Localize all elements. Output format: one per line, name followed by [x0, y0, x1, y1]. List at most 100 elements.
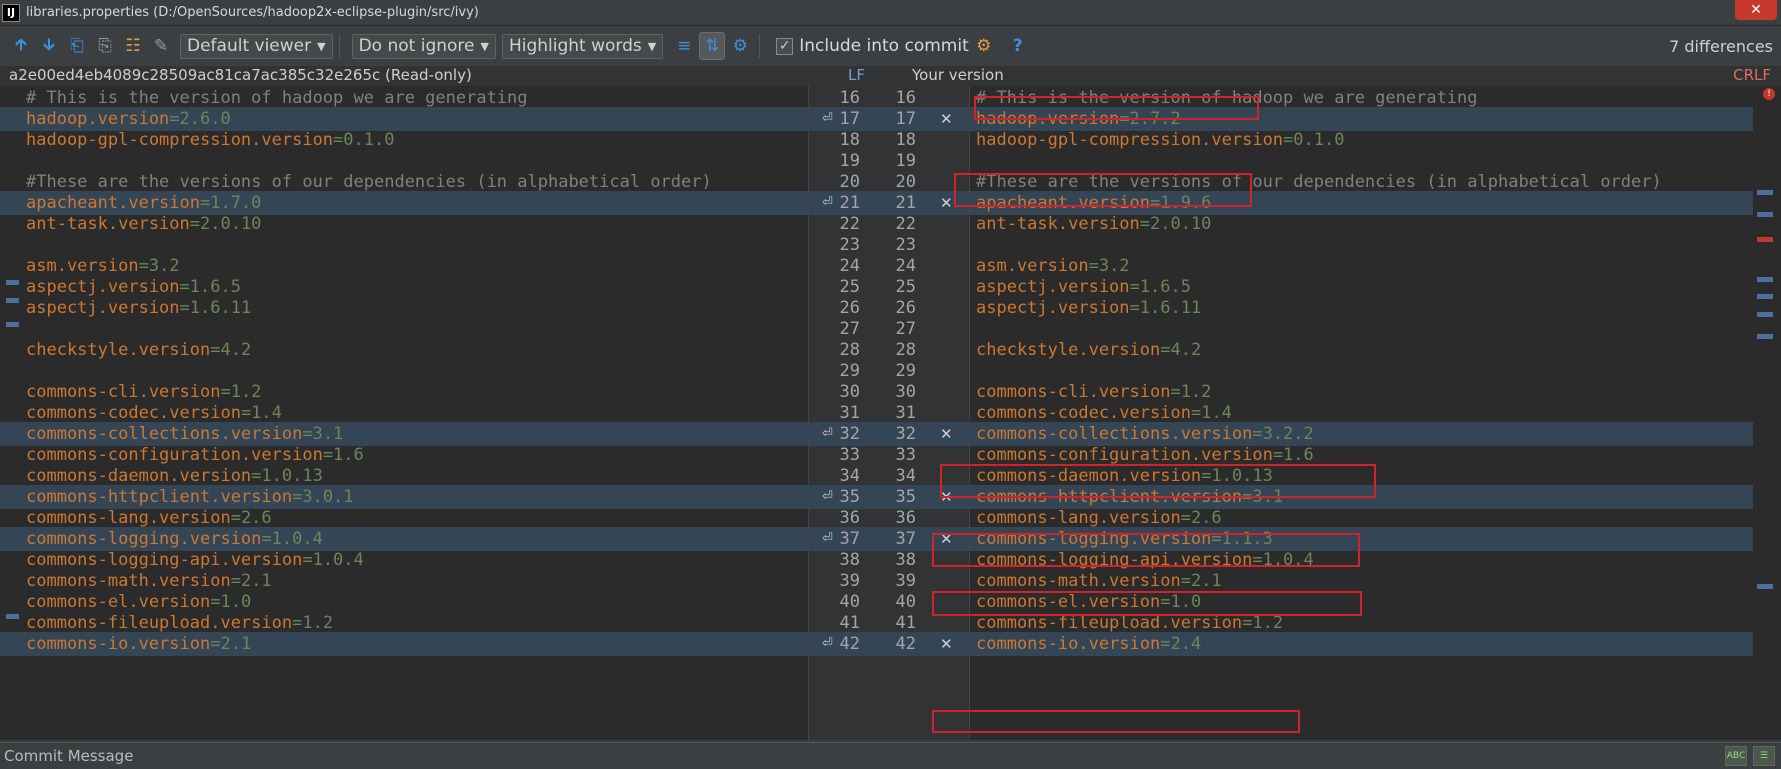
- commit-history-icon[interactable]: ☰: [1753, 746, 1775, 766]
- property-key: aspectj.version: [976, 277, 1130, 297]
- property-key: commons-codec.version: [26, 403, 241, 423]
- right-line-number: 42: [895, 634, 916, 654]
- viewer-dropdown-label: Default viewer: [187, 36, 312, 56]
- annotation-box: [932, 533, 1360, 567]
- property-value: =1.6: [1272, 445, 1314, 465]
- property-key: hadoop-gpl-compression.version: [976, 130, 1284, 150]
- property-value: =2.6: [230, 508, 272, 528]
- warning-icon[interactable]: !: [1763, 88, 1775, 100]
- change-marker: [1757, 277, 1773, 282]
- annotation-box: [940, 464, 1376, 498]
- property-value: =2.6: [1180, 508, 1222, 528]
- property-value: =4.2: [1160, 340, 1202, 360]
- property-value: =1.2: [292, 613, 334, 633]
- property-value: =3.0.1: [292, 487, 354, 507]
- intellij-icon: IJ: [2, 3, 20, 22]
- edit-source-icon[interactable]: ✎: [148, 32, 174, 60]
- property-value: =1.7.0: [200, 193, 262, 213]
- property-key: commons-fileupload.version: [976, 613, 1243, 633]
- property-key: aspectj.version: [26, 277, 180, 297]
- diff-toolbar: 🡱 🡳 ⎗ ⎘ ☷ ✎ Default viewer ▼ Do not ignor…: [0, 26, 1781, 66]
- property-key: aspectj.version: [976, 298, 1130, 318]
- viewer-dropdown[interactable]: Default viewer ▼: [180, 33, 333, 59]
- property-key: checkstyle.version: [26, 340, 211, 360]
- property-key: hadoop-gpl-compression.version: [26, 130, 334, 150]
- change-marker: [1757, 584, 1773, 589]
- property-value: =4.2: [210, 340, 252, 360]
- property-value: =2.1: [230, 571, 272, 591]
- diff-header: a2e00ed4eb4089c28509ac81ca7ac385c32e265c…: [0, 66, 1781, 86]
- property-value: =3.2.2: [1252, 424, 1314, 444]
- property-key: commons-fileupload.version: [26, 613, 293, 633]
- property-value: =3.1: [302, 424, 344, 444]
- revert-change-icon[interactable]: ✕: [940, 632, 953, 656]
- close-button[interactable]: ✕: [1735, 0, 1777, 20]
- property-value: =1.6.11: [179, 298, 252, 318]
- property-key: commons-configuration.version: [26, 445, 323, 465]
- property-value: =1.2: [220, 382, 262, 402]
- property-key: hadoop.version: [26, 109, 170, 129]
- property-key: commons-lang.version: [976, 508, 1181, 528]
- property-key: commons-configuration.version: [976, 445, 1273, 465]
- differences-count: 7 differences: [1669, 36, 1773, 56]
- property-key: commons-el.version: [26, 592, 211, 612]
- apply-change-icon[interactable]: ⏎: [822, 632, 833, 656]
- property-value: =0.1.0: [1283, 130, 1345, 150]
- right-code-line[interactable]: commons-io.version=2.4: [970, 632, 1753, 656]
- property-key: asm.version: [976, 256, 1089, 276]
- property-key: commons-cli.version: [976, 382, 1171, 402]
- jump-to-source-icon[interactable]: ☷: [120, 32, 146, 60]
- property-key: commons-lang.version: [26, 508, 231, 528]
- property-value: =1.4: [240, 403, 282, 423]
- include-into-commit-checkbox[interactable]: ✓: [776, 37, 794, 55]
- next-difference-icon[interactable]: 🡳: [36, 32, 62, 60]
- property-value: =1.0: [210, 592, 252, 612]
- property-value: =2.0.10: [1139, 214, 1212, 234]
- error-stripe[interactable]: !: [1753, 86, 1781, 742]
- next-file-icon[interactable]: ⎘: [92, 32, 118, 60]
- highlight-dropdown[interactable]: Highlight words ▼: [501, 33, 664, 59]
- change-marker: [1757, 334, 1773, 339]
- property-key: commons-collections.version: [976, 424, 1253, 444]
- property-value: =1.6.5: [1129, 277, 1191, 297]
- property-value: =1.6.5: [179, 277, 241, 297]
- comment-text: #These are the versions of our dependenc…: [26, 172, 712, 192]
- property-value: =1.6.11: [1129, 298, 1202, 318]
- status-icons: ABC ☰: [1719, 746, 1775, 766]
- settings-gear-icon[interactable]: ⚙: [727, 32, 753, 60]
- include-into-commit-label[interactable]: Include into commit: [799, 36, 969, 56]
- help-icon[interactable]: ?: [1005, 32, 1031, 60]
- annotation-box: [974, 96, 1259, 120]
- left-line-separator[interactable]: LF: [848, 66, 865, 84]
- annotation-box: [932, 710, 1300, 733]
- property-value: =3.2: [138, 256, 180, 276]
- sync-scroll-icon[interactable]: ⇅: [699, 32, 726, 60]
- chevron-down-icon: ▼: [647, 39, 657, 53]
- change-marker: [1757, 312, 1773, 317]
- property-key: commons-io.version: [26, 634, 211, 654]
- right-line-separator[interactable]: CRLF: [1733, 66, 1771, 84]
- property-key: commons-codec.version: [976, 403, 1191, 423]
- commit-status-icon[interactable]: ⚙: [971, 32, 997, 60]
- commit-message-bar[interactable]: Commit Message ABC ☰: [0, 742, 1781, 769]
- property-key: commons-httpclient.version: [26, 487, 293, 507]
- previous-difference-icon[interactable]: 🡱: [8, 32, 34, 60]
- gutter-divider: [808, 86, 809, 742]
- property-key: commons-math.version: [26, 571, 231, 591]
- left-editor-pane[interactable]: # This is the version of hadoop we are g…: [0, 86, 808, 742]
- left-code-line[interactable]: commons-io.version=2.1: [0, 632, 808, 656]
- collapse-unchanged-icon[interactable]: ≡: [671, 32, 697, 60]
- property-key: ant-task.version: [976, 214, 1140, 234]
- right-version-title: Your version: [912, 66, 1004, 84]
- property-value: =1.4: [1190, 403, 1232, 423]
- property-value: =2.1: [1180, 571, 1222, 591]
- property-value: =3.2: [1088, 256, 1130, 276]
- property-key: commons-daemon.version: [26, 466, 252, 486]
- property-key: commons-math.version: [976, 571, 1181, 591]
- annotation-box: [954, 173, 1252, 207]
- toolbar-separator: [759, 34, 761, 58]
- previous-file-icon[interactable]: ⎗: [64, 32, 90, 60]
- spellcheck-icon[interactable]: ABC: [1725, 746, 1747, 766]
- highlight-dropdown-label: Highlight words: [508, 36, 642, 56]
- ignore-whitespace-dropdown[interactable]: Do not ignore ▼: [351, 33, 496, 59]
